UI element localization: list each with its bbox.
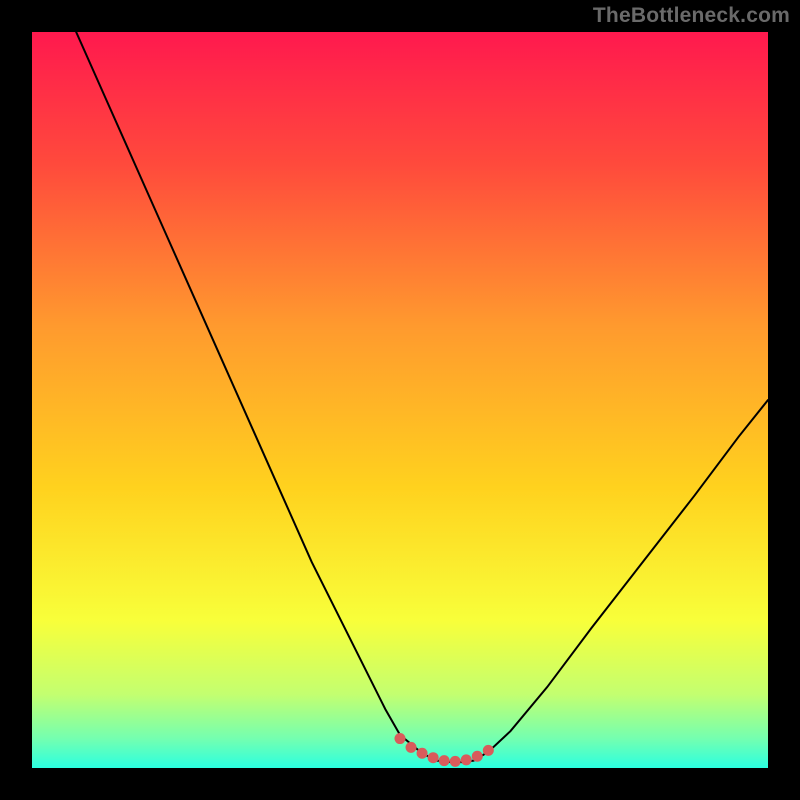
gradient-background — [32, 32, 768, 768]
marker-dot — [439, 755, 450, 766]
marker-dot — [483, 745, 494, 756]
chart-container: TheBottleneck.com — [0, 0, 800, 800]
marker-dot — [406, 742, 417, 753]
plot-area — [32, 32, 768, 768]
marker-dot — [417, 748, 428, 759]
marker-dot — [428, 752, 439, 763]
marker-dot — [472, 751, 483, 762]
marker-dot — [461, 754, 472, 765]
marker-dot — [450, 756, 461, 767]
chart-svg — [32, 32, 768, 768]
marker-dot — [395, 733, 406, 744]
watermark-text: TheBottleneck.com — [593, 4, 790, 28]
